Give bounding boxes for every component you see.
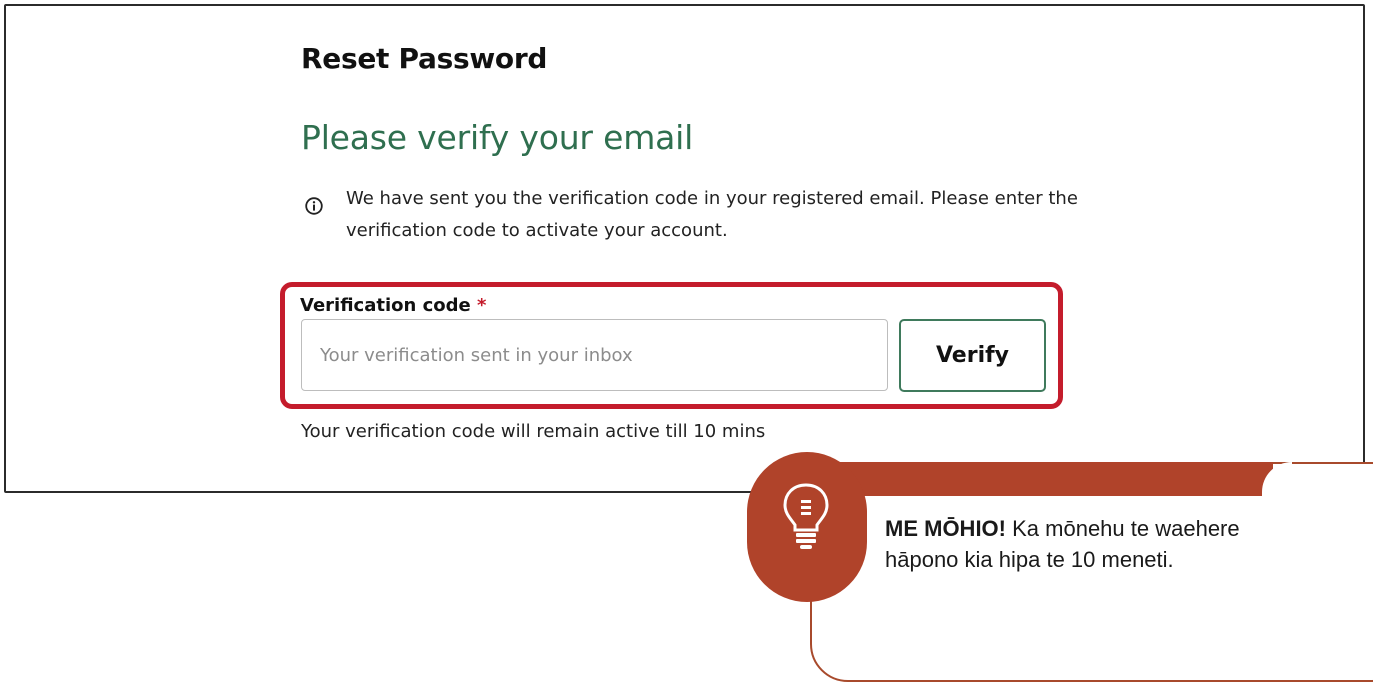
verify-email-heading: Please verify your email <box>301 118 694 157</box>
reset-password-panel <box>4 4 1365 493</box>
verification-code-input[interactable] <box>301 319 888 391</box>
tip-message: ME MŌHIO! Ka mōnehu te waehere hāpono ki… <box>885 513 1305 575</box>
info-message: We have sent you the verification code i… <box>346 188 1078 241</box>
verify-button[interactable]: Verify <box>899 319 1046 392</box>
tip-header-band <box>800 462 1273 496</box>
verification-code-label: Verification code * <box>300 295 486 316</box>
tip-lead: ME MŌHIO! <box>885 516 1006 541</box>
info-icon <box>305 197 323 215</box>
field-label-text: Verification code <box>300 295 471 316</box>
code-expiry-hint: Your verification code will remain activ… <box>301 421 766 442</box>
page-title: Reset Password <box>301 42 548 75</box>
required-marker: * <box>477 295 487 316</box>
lightbulb-icon <box>783 483 829 549</box>
